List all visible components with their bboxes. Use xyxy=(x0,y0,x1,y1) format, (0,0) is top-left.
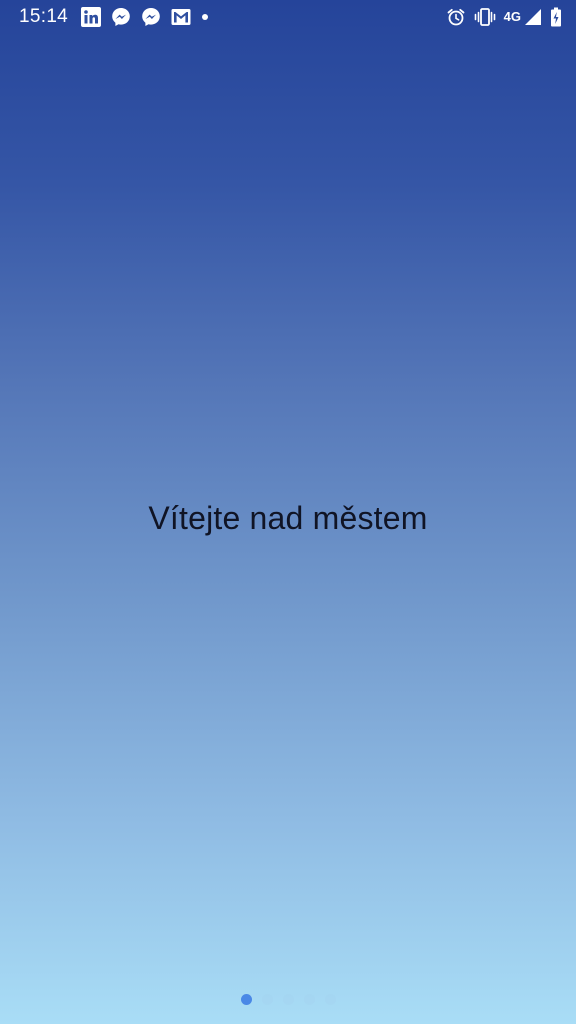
page-dot-4[interactable] xyxy=(303,994,315,1005)
messenger-icon xyxy=(111,7,131,27)
page-dot-2[interactable] xyxy=(261,994,273,1005)
welcome-title: Vítejte nad městem xyxy=(148,500,428,536)
more-notifications-dot-icon xyxy=(201,13,209,21)
gmail-icon xyxy=(171,8,191,26)
page-dot-3[interactable] xyxy=(282,994,294,1005)
page-dot-5[interactable] xyxy=(324,994,336,1005)
status-time: 15:14 xyxy=(19,6,69,27)
notification-icons xyxy=(81,6,219,28)
status-bar: 15:14 4G xyxy=(0,0,576,34)
vibrate-icon xyxy=(474,7,496,27)
page-dot-1[interactable] xyxy=(240,994,252,1005)
linkedin-icon xyxy=(81,7,101,27)
battery-charging-icon xyxy=(550,7,562,27)
messenger-icon xyxy=(141,7,161,27)
alarm-icon xyxy=(446,7,466,27)
system-icons: 4G xyxy=(438,6,562,28)
page-indicator[interactable] xyxy=(0,994,576,1005)
cellular-signal-icon xyxy=(524,8,542,26)
network-type-label: 4G xyxy=(503,9,521,24)
